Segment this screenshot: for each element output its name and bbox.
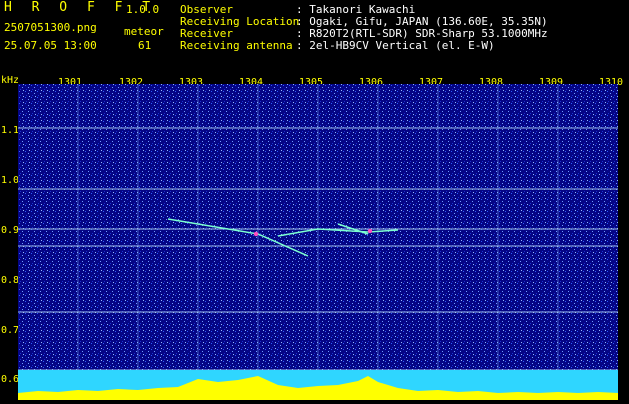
datetime: 25.07.05 13:00: [4, 39, 97, 52]
header: H R O F F T 1.0.0 2507051300.png 25.07.0…: [0, 0, 629, 74]
y-tick: 0.8: [1, 275, 20, 286]
y-tick: 1.1: [1, 125, 20, 136]
noise-floor-svg: [18, 370, 618, 400]
y-tick: 0.6: [1, 374, 20, 385]
y-axis: kHz 1.1 1.0 0.9 0.8 0.7 0.6: [0, 74, 20, 400]
spectrogram-svg: [18, 84, 618, 374]
antenna-label: Receiving antenna: [180, 39, 293, 52]
filename: 2507051300.png: [4, 21, 97, 34]
spectrogram: [18, 84, 618, 374]
right-margin: [618, 84, 629, 400]
meteor-label: meteor: [124, 25, 164, 38]
y-tick: 1.0: [1, 175, 20, 186]
y-unit-label: kHz: [1, 75, 20, 86]
noise-floor-band: [18, 370, 618, 400]
y-tick: 0.9: [1, 225, 20, 236]
antenna-value: : 2el-HB9CV Vertical (el. E-W): [296, 39, 495, 52]
meteor-count: 61: [138, 39, 152, 52]
y-tick: 0.7: [1, 325, 20, 336]
app-version: 1.0.0: [126, 3, 160, 16]
x-axis: 1301 1302 1303 1304 1305 1306 1307 1308 …: [18, 74, 629, 88]
